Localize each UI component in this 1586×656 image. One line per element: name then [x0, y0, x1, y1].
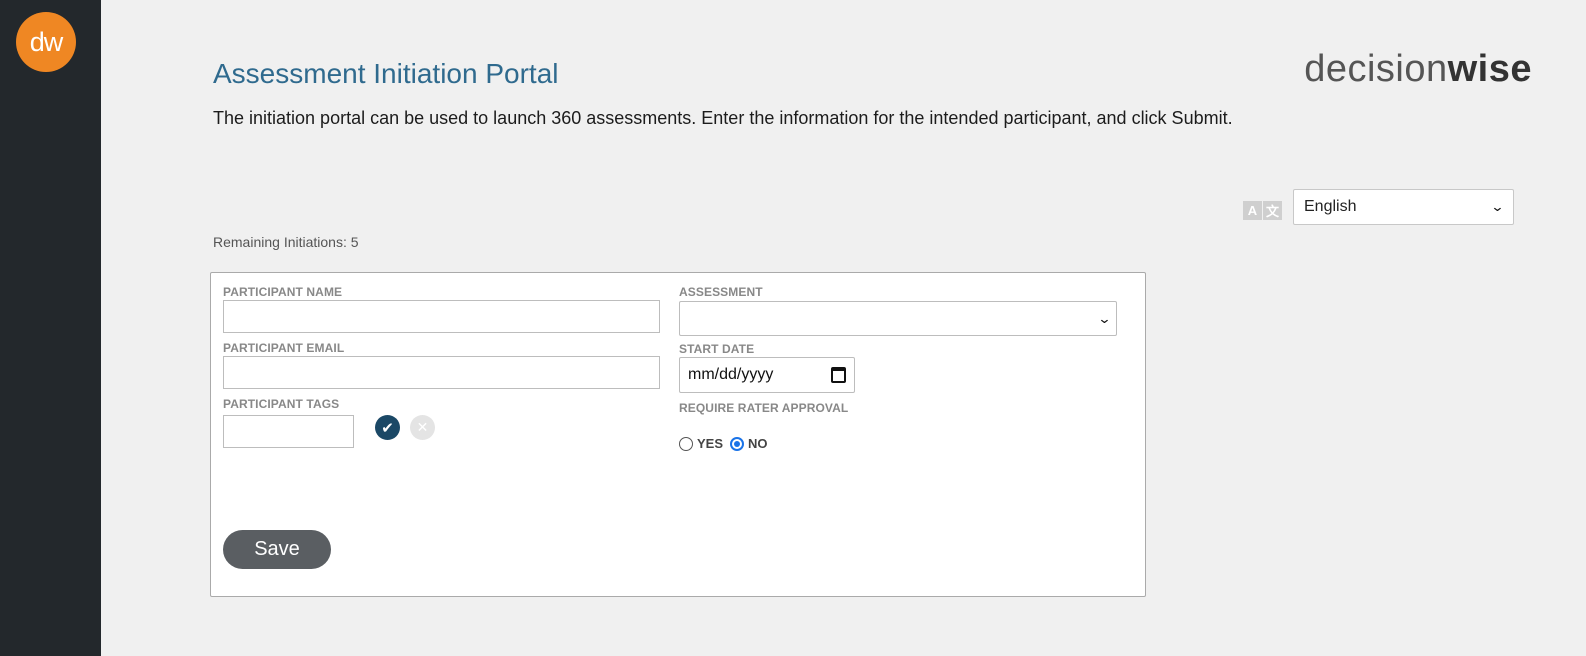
- rater-approval-no[interactable]: NO: [730, 436, 768, 451]
- remaining-initiations: Remaining Initiations: 5: [213, 234, 359, 250]
- checkmark-icon: ✔: [381, 419, 394, 437]
- participant-name-input[interactable]: [223, 300, 660, 333]
- participant-name-label: PARTICIPANT NAME: [223, 285, 343, 299]
- page-title: Assessment Initiation Portal: [213, 58, 559, 89]
- start-date-input[interactable]: mm/dd/yyyy: [679, 357, 855, 393]
- save-button[interactable]: Save: [223, 530, 331, 569]
- decisionwise-logo: decisionwise: [1304, 48, 1532, 91]
- rater-approval-label: REQUIRE RATER APPROVAL: [679, 401, 849, 415]
- initiation-form: PARTICIPANT NAME PARTICIPANT EMAIL PARTI…: [210, 272, 1146, 597]
- main-content: Assessment Initiation Portal The initiat…: [101, 0, 1586, 656]
- translate-icon-a: A: [1243, 201, 1262, 220]
- language-selected-value: English: [1304, 198, 1357, 215]
- participant-email-input[interactable]: [223, 356, 660, 389]
- assessment-select[interactable]: ⌄: [679, 301, 1117, 336]
- start-date-label: START DATE: [679, 342, 755, 356]
- dw-logo[interactable]: dw: [16, 12, 76, 72]
- page-description: The initiation portal can be used to lau…: [213, 108, 1233, 128]
- brand-light: decision: [1304, 48, 1448, 90]
- start-date-placeholder: mm/dd/yyyy: [688, 366, 774, 383]
- brand-bold: wise: [1447, 48, 1532, 90]
- language-select[interactable]: English ⌄: [1293, 189, 1514, 225]
- logo-letter-w: w: [43, 26, 63, 57]
- radio-yes[interactable]: [679, 436, 693, 451]
- participant-tags-input[interactable]: [223, 415, 354, 448]
- close-icon: ✕: [416, 419, 429, 435]
- clear-tag-button[interactable]: ✕: [410, 415, 435, 440]
- participant-email-label: PARTICIPANT EMAIL: [223, 341, 345, 355]
- no-label: NO: [748, 436, 768, 451]
- sidebar: dw: [0, 0, 101, 656]
- translate-icon: A 文: [1243, 201, 1282, 220]
- rater-approval-yes[interactable]: YES: [679, 436, 723, 451]
- assessment-label: ASSESSMENT: [679, 285, 763, 299]
- chevron-down-icon: ⌄: [1490, 199, 1505, 214]
- participant-tags-label: PARTICIPANT TAGS: [223, 397, 340, 411]
- chevron-down-icon: ⌄: [1097, 310, 1112, 326]
- translate-icon-b: 文: [1263, 201, 1282, 220]
- logo-letter-d: d: [29, 26, 45, 57]
- calendar-icon[interactable]: [831, 367, 846, 383]
- confirm-tag-button[interactable]: ✔: [375, 415, 400, 440]
- radio-no[interactable]: [730, 436, 744, 451]
- yes-label: YES: [697, 436, 724, 451]
